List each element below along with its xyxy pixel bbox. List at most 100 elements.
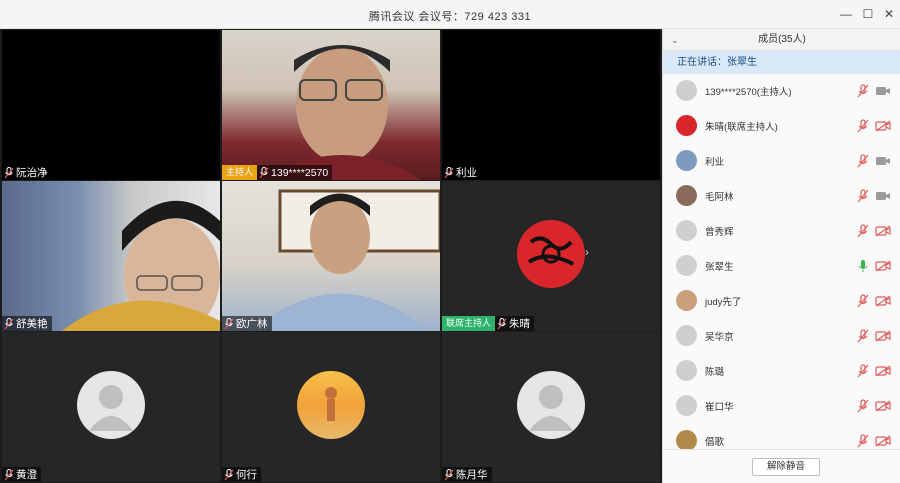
mic-muted-icon[interactable] — [857, 189, 869, 203]
mic-muted-icon[interactable] — [857, 84, 869, 98]
logo-image — [527, 236, 574, 266]
video-tile[interactable]: 黄澄 — [2, 332, 220, 482]
video-tile[interactable]: 欧广林 — [222, 181, 440, 331]
speaking-indicator: 正在讲话：张翠生 — [663, 51, 900, 74]
list-item[interactable]: 吴华京 — [663, 319, 900, 354]
camera-icon[interactable] — [875, 190, 891, 202]
mic-muted-icon[interactable] — [857, 329, 869, 343]
mic-muted-icon[interactable] — [857, 224, 869, 238]
camera-off-icon[interactable] — [875, 365, 891, 377]
mic-muted-icon[interactable] — [857, 154, 869, 168]
mic-muted-icon[interactable] — [857, 119, 869, 133]
camera-off-icon[interactable] — [875, 330, 891, 342]
mic-active-icon[interactable] — [857, 259, 869, 273]
participant-name: 舒美艳 — [16, 318, 48, 330]
default-avatar-icon — [676, 325, 697, 346]
camera-off-icon[interactable] — [875, 400, 891, 412]
members-footer: 解除静音 — [663, 449, 900, 483]
default-avatar-icon — [676, 220, 697, 241]
participant-avatar — [676, 185, 697, 206]
video-tile[interactable]: › 联席主持人 朱晴 — [442, 181, 660, 331]
participant-name: 利业 — [456, 167, 477, 179]
participant-avatar — [517, 220, 585, 288]
mic-muted-icon — [224, 468, 234, 480]
title-bar: 腾讯会议 会议号：729 423 331 — ☐ ✕ — [0, 0, 900, 29]
video-feed — [252, 189, 440, 331]
video-tile[interactable]: 利业 — [442, 30, 660, 180]
member-name: 曾秀辉 — [705, 227, 734, 238]
participant-avatar — [676, 430, 697, 451]
mic-muted-icon[interactable] — [857, 294, 869, 308]
list-item[interactable]: 利业 — [663, 144, 900, 179]
participant-name: 阮治净 — [16, 167, 48, 179]
member-name: 利业 — [705, 157, 725, 168]
video-grid: 阮治净 主持人 139****2570 利业 舒美艳 欧广林 › 联席主持人 朱… — [0, 29, 662, 483]
member-name: 吴华京 — [705, 332, 734, 343]
participant-nametag: 朱晴 — [495, 316, 535, 331]
mic-muted-icon[interactable] — [857, 399, 869, 413]
member-name: 张翠生 — [705, 262, 734, 273]
participant-name: 陈月华 — [456, 469, 488, 481]
close-button[interactable]: ✕ — [881, 6, 897, 22]
participant-nametag: 陈月华 — [442, 467, 492, 482]
list-item[interactable]: 崔口华 — [663, 389, 900, 424]
window-title: 腾讯会议 会议号：729 423 331 — [368, 11, 532, 23]
mic-muted-icon — [259, 166, 269, 178]
participant-name: 黄澄 — [16, 469, 37, 481]
members-panel: ⌄ 成员(35人) 正在讲话：张翠生 139****2570(主持人) 朱晴(联… — [662, 29, 900, 483]
mic-muted-icon — [444, 166, 454, 178]
list-item[interactable]: 曾秀辉 — [663, 214, 900, 249]
members-count: 成员(35人) — [758, 34, 806, 45]
default-avatar-icon — [77, 371, 145, 439]
video-tile[interactable]: 陈月华 — [442, 332, 660, 482]
mic-muted-icon[interactable] — [857, 434, 869, 448]
minimize-button[interactable]: — — [838, 6, 854, 22]
member-name: judy先了 — [705, 297, 742, 308]
mic-muted-icon — [497, 317, 507, 329]
video-tile[interactable]: 舒美艳 — [2, 181, 220, 331]
default-avatar-icon — [676, 360, 697, 381]
participant-nametag: 欧广林 — [222, 316, 272, 331]
camera-off-icon[interactable] — [875, 435, 891, 447]
chevron-right-icon[interactable]: › — [585, 245, 589, 259]
mic-muted-icon — [4, 317, 14, 329]
member-name: 139****2570(主持人) — [705, 87, 792, 98]
mic-muted-icon — [4, 468, 14, 480]
participant-nametag: 139****2570 — [257, 165, 333, 180]
member-name: 朱晴(联席主持人) — [705, 122, 778, 133]
participant-avatar — [676, 290, 697, 311]
maximize-button[interactable]: ☐ — [860, 6, 876, 22]
list-item[interactable]: judy先了 — [663, 284, 900, 319]
video-tile[interactable]: 阮治净 — [2, 30, 220, 180]
list-item[interactable]: 毛阿林 — [663, 179, 900, 214]
video-feed — [62, 200, 220, 331]
camera-icon[interactable] — [875, 155, 891, 167]
camera-icon[interactable] — [875, 85, 891, 97]
mic-muted-icon — [224, 317, 234, 329]
participant-avatar — [676, 150, 697, 171]
list-item[interactable]: 陈璐 — [663, 354, 900, 389]
member-list[interactable]: 139****2570(主持人) 朱晴(联席主持人) 利业 毛阿林 曾秀辉 张翠… — [663, 74, 900, 459]
host-badge: 主持人 — [222, 165, 258, 180]
video-tile[interactable]: 何行 — [222, 332, 440, 482]
camera-off-icon[interactable] — [875, 225, 891, 237]
camera-off-icon[interactable] — [875, 120, 891, 132]
participant-name: 欧广林 — [236, 318, 268, 330]
mic-muted-icon[interactable] — [857, 364, 869, 378]
members-header: ⌄ 成员(35人) — [663, 29, 900, 51]
list-item[interactable]: 张翠生 — [663, 249, 900, 284]
unmute-all-button[interactable]: 解除静音 — [752, 458, 820, 476]
video-feed — [262, 45, 422, 180]
default-avatar-icon — [676, 80, 697, 101]
video-tile[interactable]: 主持人 139****2570 — [222, 30, 440, 180]
camera-off-icon[interactable] — [875, 260, 891, 272]
chevron-down-icon[interactable]: ⌄ — [671, 29, 679, 51]
participant-name: 139****2570 — [271, 166, 329, 179]
camera-off-icon[interactable] — [875, 295, 891, 307]
list-item[interactable]: 139****2570(主持人) — [663, 74, 900, 109]
member-name: 陈璐 — [705, 367, 725, 378]
default-avatar-icon — [517, 371, 585, 439]
participant-nametag: 阮治净 — [2, 165, 52, 180]
list-item[interactable]: 朱晴(联席主持人) — [663, 109, 900, 144]
participant-name: 何行 — [236, 469, 257, 481]
